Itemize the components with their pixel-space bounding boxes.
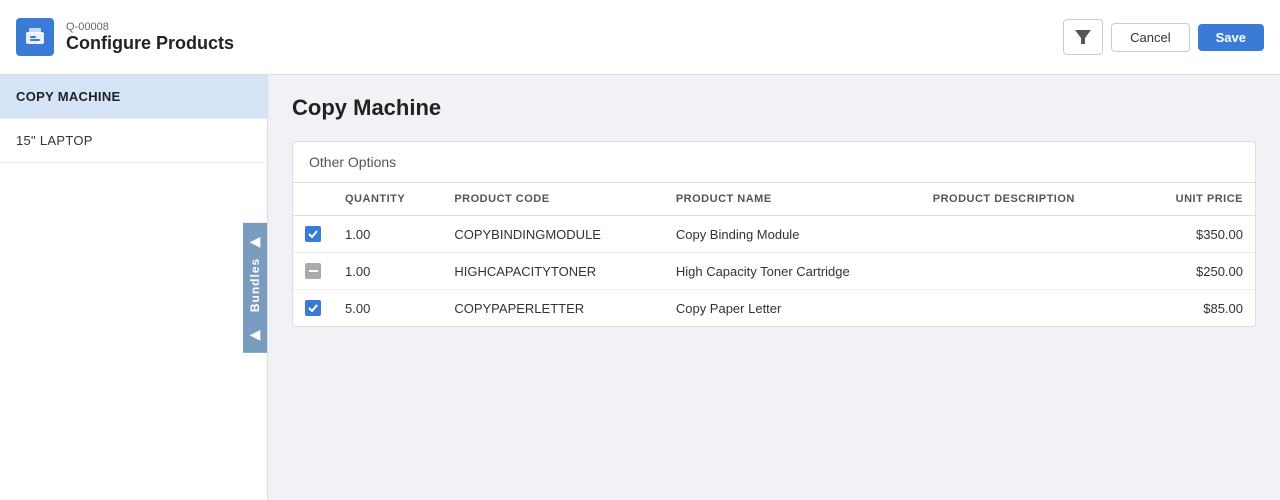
page-title: Copy Machine	[292, 95, 1256, 121]
table-row: 1.00HIGHCAPACITYTONERHigh Capacity Toner…	[293, 253, 1255, 290]
col-checkbox	[293, 183, 333, 216]
unit-price-cell: $250.00	[1136, 253, 1255, 290]
bundles-label: Bundles	[248, 257, 262, 311]
chevron-left-icon: ◀	[250, 232, 261, 249]
header-subtitle: Q-00008	[66, 21, 234, 33]
product-description-cell	[921, 253, 1137, 290]
col-unit-price: UNIT PRICE	[1136, 183, 1255, 216]
product-code-cell: HIGHCAPACITYTONER	[442, 253, 664, 290]
sidebar-item-copy-machine[interactable]: COPY MACHINE	[0, 75, 267, 119]
header-right: Cancel Save	[1063, 19, 1264, 55]
product-name-cell: High Capacity Toner Cartridge	[664, 253, 921, 290]
col-product-description: PRODUCT DESCRIPTION	[921, 183, 1137, 216]
chevron-left-icon-bottom: ◀	[250, 326, 261, 343]
table-row: 5.00COPYPAPERLETTERCopy Paper Letter $85.…	[293, 290, 1255, 327]
checkbox-cell	[293, 216, 333, 253]
product-code-cell: COPYBINDINGMODULE	[442, 216, 664, 253]
product-name-cell: Copy Binding Module	[664, 216, 921, 253]
col-product-name: PRODUCT NAME	[664, 183, 921, 216]
sidebar-item-laptop[interactable]: 15" LAPTOP	[0, 119, 267, 163]
col-product-code: PRODUCT CODE	[442, 183, 664, 216]
section-title: Other Options	[293, 142, 1255, 183]
product-name-cell: Copy Paper Letter	[664, 290, 921, 327]
product-code-cell: COPYPAPERLETTER	[442, 290, 664, 327]
checkbox-cell	[293, 290, 333, 327]
header-left: Q-00008 Configure Products	[16, 18, 234, 56]
options-table: QUANTITY PRODUCT CODE PRODUCT NAME PRODU…	[293, 183, 1255, 326]
sidebar: COPY MACHINE 15" LAPTOP ◀ Bundles ◀	[0, 75, 268, 500]
checkbox-checked[interactable]	[305, 300, 321, 316]
app-icon	[16, 18, 54, 56]
table-header-row: QUANTITY PRODUCT CODE PRODUCT NAME PRODU…	[293, 183, 1255, 216]
table-row: 1.00COPYBINDINGMODULECopy Binding Module…	[293, 216, 1255, 253]
filter-button[interactable]	[1063, 19, 1103, 55]
product-description-cell	[921, 290, 1137, 327]
header: Q-00008 Configure Products Cancel Save	[0, 0, 1280, 75]
cancel-button[interactable]: Cancel	[1111, 23, 1189, 52]
checkbox-checked[interactable]	[305, 226, 321, 242]
save-button[interactable]: Save	[1198, 24, 1264, 51]
checkbox-partial[interactable]	[305, 263, 321, 279]
checkbox-cell	[293, 253, 333, 290]
content-area: Copy Machine Other Options QUANTITY PROD…	[268, 75, 1280, 500]
product-description-cell	[921, 216, 1137, 253]
header-title-block: Q-00008 Configure Products	[66, 21, 234, 54]
quantity-cell: 5.00	[333, 290, 442, 327]
unit-price-cell: $350.00	[1136, 216, 1255, 253]
header-title: Configure Products	[66, 33, 234, 54]
unit-price-cell: $85.00	[1136, 290, 1255, 327]
bundles-tab[interactable]: ◀ Bundles ◀	[243, 222, 267, 352]
col-quantity: QUANTITY	[333, 183, 442, 216]
options-table-card: Other Options QUANTITY PRODUCT CODE PROD…	[292, 141, 1256, 327]
quantity-cell: 1.00	[333, 216, 442, 253]
filter-icon	[1075, 30, 1091, 44]
quantity-cell: 1.00	[333, 253, 442, 290]
main-layout: COPY MACHINE 15" LAPTOP ◀ Bundles ◀ Copy…	[0, 75, 1280, 500]
